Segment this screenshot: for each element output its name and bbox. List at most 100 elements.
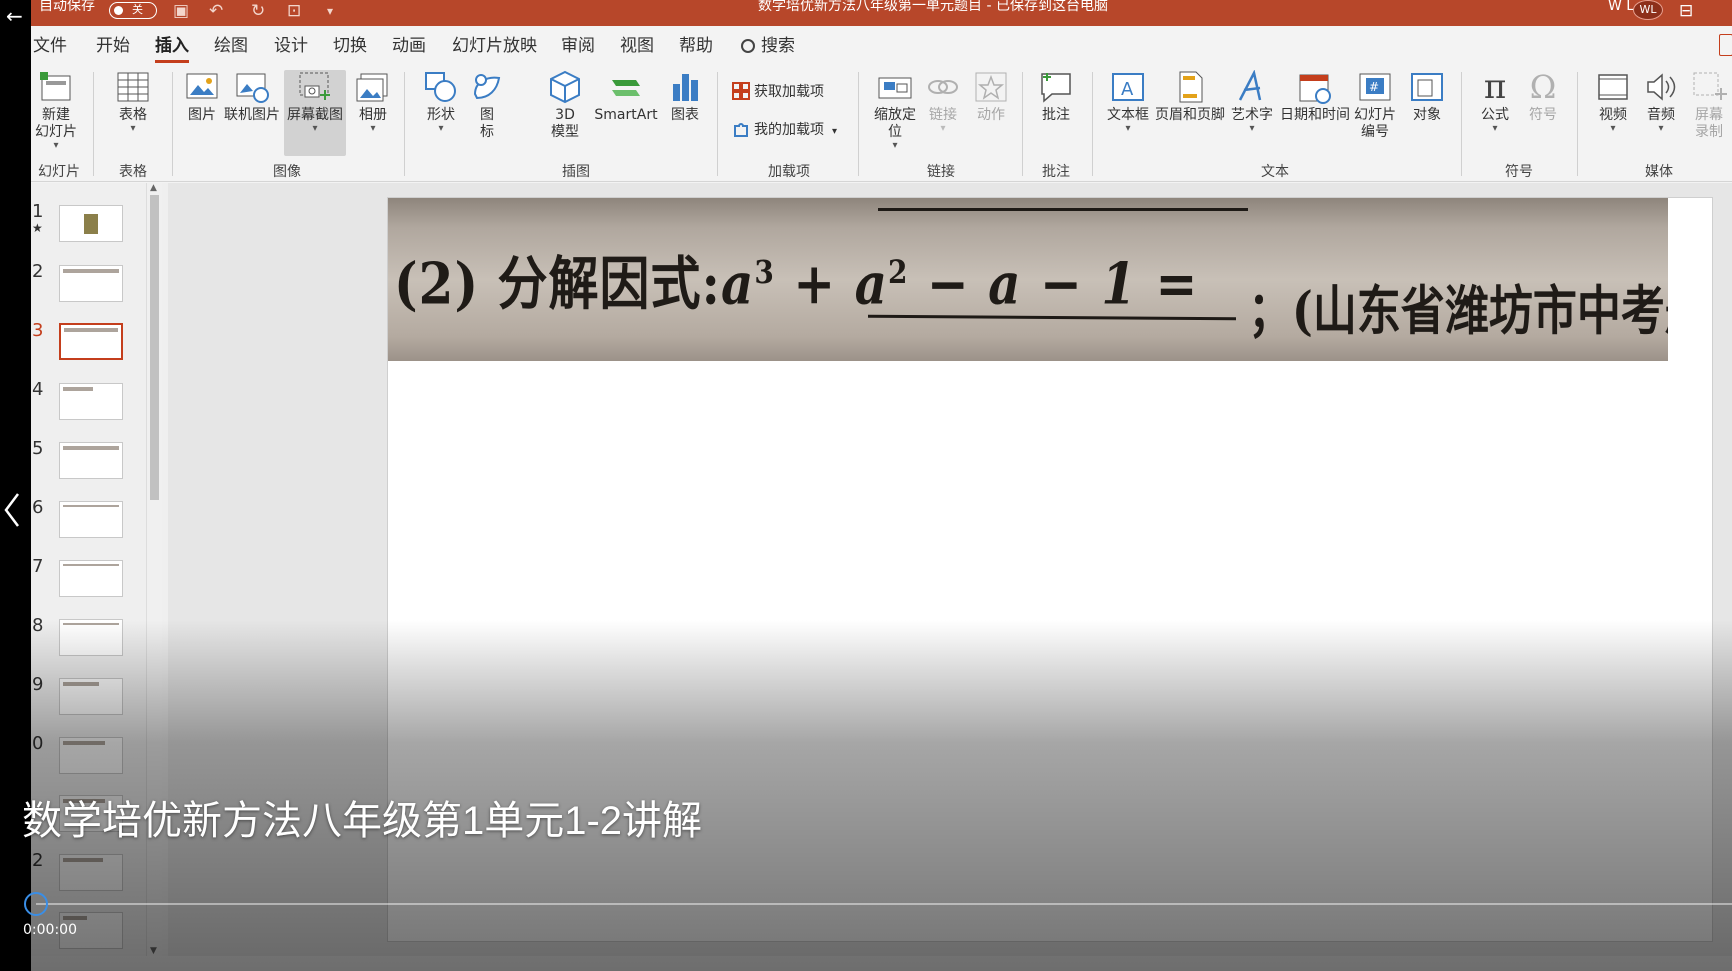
slide-thumbnail[interactable] xyxy=(59,501,123,538)
slide-thumbnail[interactable] xyxy=(59,560,123,597)
wordart-button[interactable]: 艺术字 ▾ xyxy=(1227,69,1277,134)
icons-label: 图 标 xyxy=(480,107,494,140)
link-button[interactable]: 链接 ▾ xyxy=(923,70,963,134)
tab-home[interactable]: 开始 xyxy=(96,35,130,59)
online-picture-button[interactable]: 联机图片 xyxy=(221,70,283,124)
wordart-label: 艺术字 xyxy=(1231,107,1273,123)
audio-button[interactable]: 音频 ▾ xyxy=(1639,70,1683,134)
problem-photo[interactable]: (2) 分解因式:a3 + a2 − a − 1 = ；(山东省潍坊市中考题) xyxy=(388,198,1668,361)
undo-icon[interactable]: ↶ xyxy=(209,1,223,21)
problem-label: (2) 分解因式: xyxy=(394,249,721,318)
action-button[interactable]: 动作 xyxy=(971,70,1011,124)
scroll-up-icon[interactable]: ▲ xyxy=(150,183,157,193)
group-label-slides: 幻灯片 xyxy=(38,164,80,180)
slide-number-label: 幻灯片 编号 xyxy=(1354,107,1396,140)
user-avatar[interactable]: WL xyxy=(1633,0,1663,20)
tab-animations[interactable]: 动画 xyxy=(392,35,426,59)
slide-thumbnail[interactable] xyxy=(59,383,123,420)
smartart-label: SmartArt xyxy=(594,107,658,123)
my-addins-button[interactable]: 我的加载项 ▾ xyxy=(732,120,837,142)
user-name[interactable]: W L xyxy=(1608,0,1634,21)
my-addins-label: 我的加载项 xyxy=(754,122,824,138)
search-box[interactable]: 搜索 xyxy=(741,35,795,59)
save-icon[interactable]: ▣ xyxy=(173,1,189,21)
thumb-strip xyxy=(63,564,119,566)
slide-number-button[interactable]: # 幻灯片 编号 xyxy=(1347,70,1403,141)
tab-help[interactable]: 帮助 xyxy=(679,35,713,59)
tab-design[interactable]: 设计 xyxy=(274,35,308,59)
thumb-strip xyxy=(63,269,119,273)
object-icon xyxy=(1409,70,1445,104)
thumb-strip xyxy=(63,446,119,450)
cube-icon xyxy=(547,70,583,104)
header-footer-label: 页眉和页脚 xyxy=(1155,107,1225,123)
ribbon-display-icon[interactable]: ⊟ xyxy=(1679,1,1693,21)
slide-thumbnail-selected[interactable] xyxy=(59,323,123,360)
share-icon[interactable] xyxy=(1719,34,1732,56)
comment-button[interactable]: 批注 xyxy=(1034,70,1078,124)
zoom-button[interactable]: 缩放定 位 ▾ xyxy=(867,70,923,151)
thumb-image xyxy=(84,214,98,234)
textbox-button[interactable]: A 文本框 ▾ xyxy=(1103,70,1153,134)
datetime-button[interactable]: 日期和时间 xyxy=(1279,70,1351,124)
textbox-label: 文本框 xyxy=(1107,107,1149,123)
slide-thumbnail[interactable] xyxy=(59,265,123,302)
comment-icon xyxy=(1038,70,1074,104)
previous-answer-line xyxy=(878,208,1248,211)
scrollbar-thumb[interactable] xyxy=(150,195,159,500)
back-arrow-icon[interactable]: ← xyxy=(6,4,23,28)
calendar-icon xyxy=(1297,70,1333,104)
progress-knob[interactable] xyxy=(24,892,48,916)
tab-view[interactable]: 视图 xyxy=(620,35,654,59)
icons-button[interactable]: 图 标 xyxy=(467,70,507,141)
redo-icon[interactable]: ↻ xyxy=(251,1,265,21)
tab-insert[interactable]: 插入 xyxy=(155,35,189,63)
smartart-button[interactable]: SmartArt xyxy=(591,70,661,124)
new-slide-button[interactable]: 新建 幻灯片 ▾ xyxy=(31,70,83,151)
chart-button[interactable]: 图表 xyxy=(665,70,705,124)
symbol-button[interactable]: Ω 符号 xyxy=(1521,70,1565,124)
album-label: 相册 xyxy=(359,107,387,123)
tab-transitions[interactable]: 切换 xyxy=(333,35,367,59)
header-footer-button[interactable]: 页眉和页脚 xyxy=(1152,70,1228,124)
get-addins-button[interactable]: 获取加载项 xyxy=(732,82,824,102)
chevron-left-icon[interactable] xyxy=(2,492,22,528)
ribbon-insert: 新建 幻灯片 ▾ 幻灯片 表格 ▾ 表格 图片 联机图片 屏幕截图 ▾ 相册 ▾ 图像 xyxy=(31,66,1732,182)
album-icon xyxy=(355,70,391,104)
tab-review[interactable]: 审阅 xyxy=(561,35,595,59)
3d-model-button[interactable]: 3D 模型 xyxy=(543,70,587,141)
slide-thumbnail[interactable] xyxy=(59,205,123,242)
album-button[interactable]: 相册 ▾ xyxy=(351,70,395,134)
equation-label: 公式 xyxy=(1481,107,1509,123)
autosave-label: 自动保存 xyxy=(39,0,95,14)
zoom-label: 缩放定 位 xyxy=(874,107,916,140)
slide-thumbnail[interactable] xyxy=(59,442,123,479)
present-icon[interactable]: ⊡ xyxy=(287,1,301,21)
chart-icon xyxy=(667,70,703,104)
tab-draw[interactable]: 绘图 xyxy=(214,35,248,59)
table-button[interactable]: 表格 ▾ xyxy=(107,70,159,134)
screenshot-icon xyxy=(297,70,333,104)
progress-track[interactable] xyxy=(36,903,1732,905)
thumb-number: 6 xyxy=(32,497,44,518)
autosave-toggle[interactable]: 关 xyxy=(109,2,157,19)
autosave-state: 关 xyxy=(132,3,143,16)
group-label-media: 媒体 xyxy=(1645,164,1673,180)
tab-file[interactable]: 文件 xyxy=(33,35,67,59)
link-icon xyxy=(925,70,961,104)
thumb-strip xyxy=(63,505,119,507)
shapes-label: 形状 xyxy=(427,107,455,123)
shapes-button[interactable]: 形状 ▾ xyxy=(419,70,463,134)
tab-slideshow[interactable]: 幻灯片放映 xyxy=(452,35,537,59)
object-button[interactable]: 对象 xyxy=(1405,70,1449,124)
screenshot-button[interactable]: 屏幕截图 ▾ xyxy=(284,70,346,156)
screen-record-button[interactable]: 屏幕 录制 xyxy=(1687,70,1731,141)
group-label-illustrations: 插图 xyxy=(562,164,590,180)
action-label: 动作 xyxy=(977,107,1005,123)
picture-button[interactable]: 图片 xyxy=(177,70,227,124)
table-icon xyxy=(115,70,151,104)
online-picture-label: 联机图片 xyxy=(224,107,280,123)
customize-qat-icon[interactable]: ▾ xyxy=(327,1,333,21)
video-button[interactable]: 视频 ▾ xyxy=(1591,70,1635,134)
equation-button[interactable]: π 公式 ▾ xyxy=(1473,70,1517,134)
